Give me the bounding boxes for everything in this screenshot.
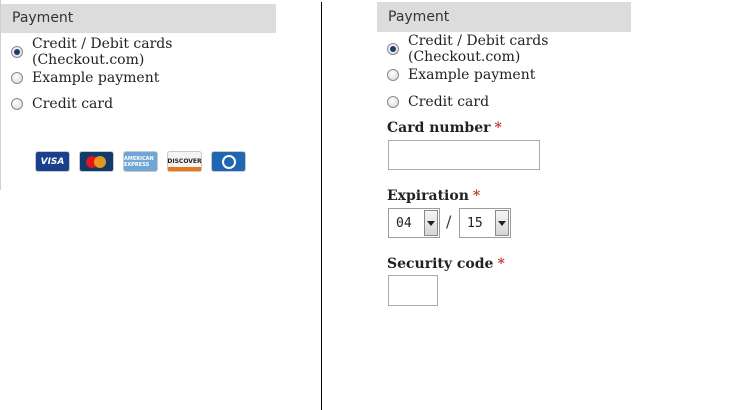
discover-logo-icon: DISCOVER — [167, 152, 202, 171]
option-example-payment[interactable]: Example payment — [387, 65, 535, 85]
radio-button[interactable] — [387, 96, 399, 108]
option-label: Example payment — [32, 70, 160, 86]
card-number-label: Card number * — [387, 120, 502, 136]
diners-logo-icon — [212, 152, 245, 171]
radio-button-checked[interactable] — [11, 46, 23, 58]
card-number-input[interactable] — [388, 140, 540, 170]
mastercard-logo-icon — [80, 152, 113, 171]
payment-header: Payment — [377, 2, 631, 32]
visa-logo-icon: VISA — [36, 152, 69, 171]
expiration-separator: / — [446, 212, 452, 231]
expiration-year-select[interactable]: 15 — [459, 208, 511, 238]
card-logos: VISA AMERICAN EXPRESS DISCOVER — [36, 152, 245, 171]
required-mark: * — [497, 256, 505, 272]
payment-header: Payment — [1, 4, 276, 33]
radio-button[interactable] — [11, 98, 23, 110]
option-label: Credit card — [32, 96, 114, 112]
payment-panel-left: Payment Credit / Debit cards (Checkout.c… — [0, 0, 281, 190]
dropdown-arrow-icon[interactable] — [424, 210, 438, 236]
option-label: Credit card — [408, 94, 490, 110]
expiration-month-select[interactable]: 04 — [388, 208, 440, 238]
option-label: Example payment — [408, 67, 536, 83]
payment-panel-right: Payment Credit / Debit cards (Checkout.c… — [377, 0, 632, 320]
security-code-label: Security code * — [387, 256, 505, 272]
radio-button-checked[interactable] — [387, 43, 399, 55]
option-example-payment[interactable]: Example payment — [11, 68, 159, 88]
vertical-divider — [321, 2, 322, 410]
option-label: Credit / Debit cards (Checkout.com) — [408, 33, 549, 65]
option-checkout-cards[interactable]: Credit / Debit cards (Checkout.com) — [387, 33, 632, 65]
security-code-input[interactable] — [388, 275, 438, 306]
required-mark: * — [494, 120, 502, 136]
radio-button[interactable] — [387, 69, 399, 81]
option-credit-card[interactable]: Credit card — [387, 92, 489, 112]
expiration-label: Expiration * — [387, 188, 481, 204]
required-mark: * — [472, 188, 481, 204]
radio-button[interactable] — [11, 72, 23, 84]
option-credit-card[interactable]: Credit card — [11, 94, 113, 114]
option-label: Credit / Debit cards (Checkout.com) — [32, 36, 173, 68]
dropdown-arrow-icon[interactable] — [495, 210, 509, 236]
option-checkout-cards[interactable]: Credit / Debit cards (Checkout.com) — [11, 36, 281, 68]
amex-logo-icon: AMERICAN EXPRESS — [124, 152, 157, 171]
